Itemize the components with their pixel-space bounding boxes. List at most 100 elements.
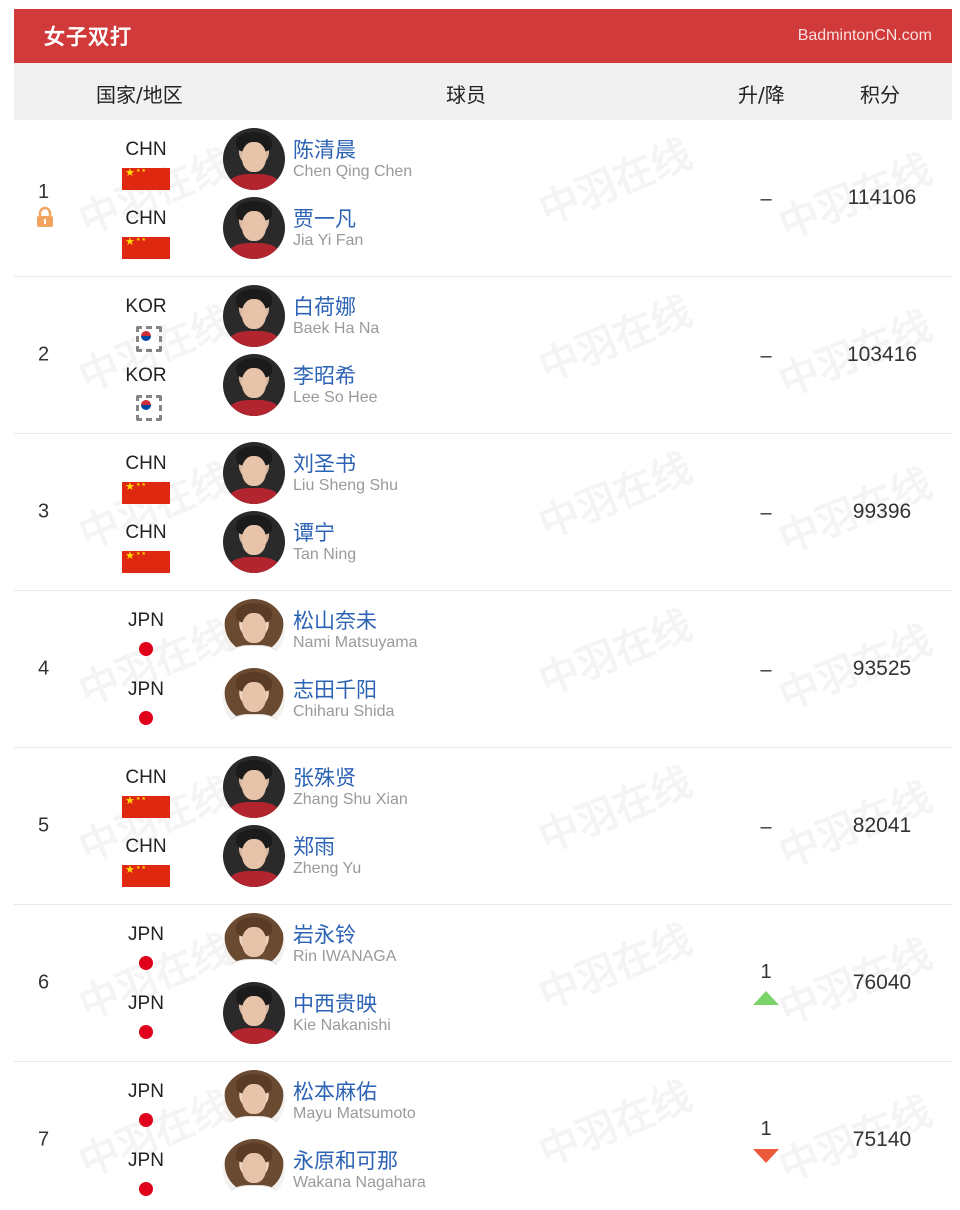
rank-change-value: 1 xyxy=(760,1118,772,1140)
player-name-link[interactable]: 松本麻佑 xyxy=(293,1076,377,1106)
rank-change-value: – xyxy=(760,188,772,210)
points-value: 99396 xyxy=(852,500,912,523)
country-code: JPN xyxy=(128,1081,164,1102)
player-entry: CHN 刘圣书Liu Sheng Shu xyxy=(14,442,952,512)
player-name-link[interactable]: 贾一凡 xyxy=(293,203,356,233)
column-header-player[interactable]: 球员 xyxy=(446,79,486,108)
player-entry: KOR 李昭希 Lee So Hee xyxy=(14,354,952,424)
flag-jp-icon xyxy=(139,711,153,725)
player-avatar[interactable] xyxy=(223,511,285,573)
points-value: 103416 xyxy=(846,343,918,366)
ranking-row[interactable]: 中羽在线中羽在线中羽在线6JPN岩永铃Rin IWANAGAJPN中西贵映Kie… xyxy=(14,905,952,1062)
player-name-english: Nami Matsuyama xyxy=(293,634,418,651)
player-avatar[interactable] xyxy=(223,982,285,1044)
player-name-link[interactable]: 志田千阳 xyxy=(293,674,377,704)
player-entry: JPN 松山奈未 Nami Matsuyama xyxy=(14,599,952,669)
player-name-link[interactable]: 陈清晨 xyxy=(293,134,356,164)
ranking-row[interactable]: 中羽在线中羽在线中羽在线5CHN张殊贤Zhang Shu XianCHN郑雨Zh… xyxy=(14,748,952,905)
column-header-change[interactable]: 升/降 xyxy=(738,79,785,108)
country-code: CHN xyxy=(125,767,167,788)
player-entry: CHN 谭宁Tan Ning xyxy=(14,511,952,581)
site-brand-link[interactable]: BadmintonCN.com xyxy=(798,27,932,45)
player-name-english: Lee So Hee xyxy=(293,389,378,406)
player-entry: CHN 张殊贤Zhang Shu Xian xyxy=(14,756,952,826)
player-name-english: Rin IWANAGA xyxy=(293,948,397,965)
flag-kr-icon xyxy=(135,394,162,421)
player-entry: CHN 陈清晨Chen Qing Chen xyxy=(14,128,952,198)
player-name-english: Mayu Matsumoto xyxy=(293,1105,416,1122)
player-avatar[interactable] xyxy=(223,825,285,887)
player-name-link[interactable]: 松山奈未 xyxy=(293,605,377,635)
rank-change-value: – xyxy=(760,345,772,367)
player-entry: JPN 中西贵映 Kie Nakanishi xyxy=(14,982,952,1052)
country-code: JPN xyxy=(128,1150,164,1171)
flag-cn-icon xyxy=(122,550,170,573)
player-avatar[interactable] xyxy=(223,1139,285,1201)
rank-change-value: – xyxy=(760,816,772,838)
player-name-link[interactable]: 刘圣书 xyxy=(293,448,356,478)
country-code: JPN xyxy=(128,679,164,700)
points-value: 76040 xyxy=(852,971,912,994)
page-title: 女子双打 xyxy=(44,25,132,49)
player-entry: KOR 白荷娜 Baek Ha Na xyxy=(14,285,952,355)
player-avatar[interactable] xyxy=(223,1070,285,1132)
ranking-row[interactable]: 中羽在线中羽在线中羽在线1CHN陈清晨Chen Qing ChenCHN贾一凡J… xyxy=(14,120,952,277)
player-name-english: Chen Qing Chen xyxy=(293,163,413,180)
player-name-english: Zheng Yu xyxy=(293,860,362,877)
player-avatar[interactable] xyxy=(223,668,285,730)
player-name-english: Kie Nakanishi xyxy=(293,1017,391,1034)
points-value: 82041 xyxy=(852,814,912,837)
player-name-link[interactable]: 白荷娜 xyxy=(293,291,356,321)
player-avatar[interactable] xyxy=(223,285,285,347)
column-header-points[interactable]: 积分 xyxy=(860,79,900,108)
points-value: 114106 xyxy=(847,186,917,209)
country-code: CHN xyxy=(125,453,167,474)
player-name-link[interactable]: 李昭希 xyxy=(293,360,356,390)
flag-cn-icon xyxy=(122,795,170,818)
flag-jp-icon xyxy=(139,956,153,970)
player-name-english: Wakana Nagahara xyxy=(293,1174,426,1191)
ranking-table: 中羽在线中羽在线中羽在线1CHN陈清晨Chen Qing ChenCHN贾一凡J… xyxy=(14,120,952,1210)
player-name-link[interactable]: 谭宁 xyxy=(293,517,335,547)
country-code: CHN xyxy=(125,522,167,543)
player-name-link[interactable]: 岩永铃 xyxy=(293,919,356,949)
country-code: CHN xyxy=(125,836,167,857)
player-name-link[interactable]: 郑雨 xyxy=(293,831,335,861)
flag-jp-icon xyxy=(139,1182,153,1196)
points-value: 75140 xyxy=(852,1128,912,1151)
player-avatar[interactable] xyxy=(223,599,285,661)
points-value: 93525 xyxy=(852,657,912,680)
player-avatar[interactable] xyxy=(223,442,285,504)
ranking-row[interactable]: 中羽在线中羽在线中羽在线4JPN松山奈未Nami MatsuyamaJPN志田千… xyxy=(14,591,952,748)
player-avatar[interactable] xyxy=(223,197,285,259)
player-name-link[interactable]: 永原和可那 xyxy=(293,1145,398,1175)
player-avatar[interactable] xyxy=(223,756,285,818)
player-entry: JPN 松本麻佑 Mayu Matsumoto xyxy=(14,1070,952,1140)
player-name-english: Zhang Shu Xian xyxy=(293,791,408,808)
country-code: JPN xyxy=(128,610,164,631)
country-code: JPN xyxy=(128,924,164,945)
player-avatar[interactable] xyxy=(223,913,285,975)
player-entry: JPN 岩永铃 Rin IWANAGA xyxy=(14,913,952,983)
player-entry: JPN 永原和可那 Wakana Nagahara xyxy=(14,1139,952,1209)
country-code: CHN xyxy=(125,139,167,160)
flag-jp-icon xyxy=(139,642,153,656)
player-name-link[interactable]: 张殊贤 xyxy=(293,762,356,792)
ranking-row[interactable]: 中羽在线中羽在线中羽在线7JPN松本麻佑Mayu MatsumotoJPN永原和… xyxy=(14,1062,952,1210)
arrow-down-icon xyxy=(753,1149,779,1163)
flag-cn-icon xyxy=(122,481,170,504)
player-avatar[interactable] xyxy=(223,128,285,190)
flag-jp-icon xyxy=(139,1025,153,1039)
player-avatar[interactable] xyxy=(223,354,285,416)
player-name-english: Jia Yi Fan xyxy=(293,232,364,249)
player-name-english: Chiharu Shida xyxy=(293,703,395,720)
player-entry: CHN 郑雨Zheng Yu xyxy=(14,825,952,895)
player-name-link[interactable]: 中西贵映 xyxy=(293,988,377,1018)
ranking-row[interactable]: 中羽在线中羽在线中羽在线3CHN刘圣书Liu Sheng ShuCHN谭宁Tan… xyxy=(14,434,952,591)
flag-cn-icon xyxy=(122,864,170,887)
arrow-up-icon xyxy=(753,991,779,1005)
player-entry: JPN 志田千阳 Chiharu Shida xyxy=(14,668,952,738)
column-header-country[interactable]: 国家/地区 xyxy=(96,79,183,108)
ranking-row[interactable]: 中羽在线中羽在线中羽在线2KOR白荷娜Baek Ha NaKOR李昭希Lee S… xyxy=(14,277,952,434)
player-name-english: Tan Ning xyxy=(293,546,357,563)
